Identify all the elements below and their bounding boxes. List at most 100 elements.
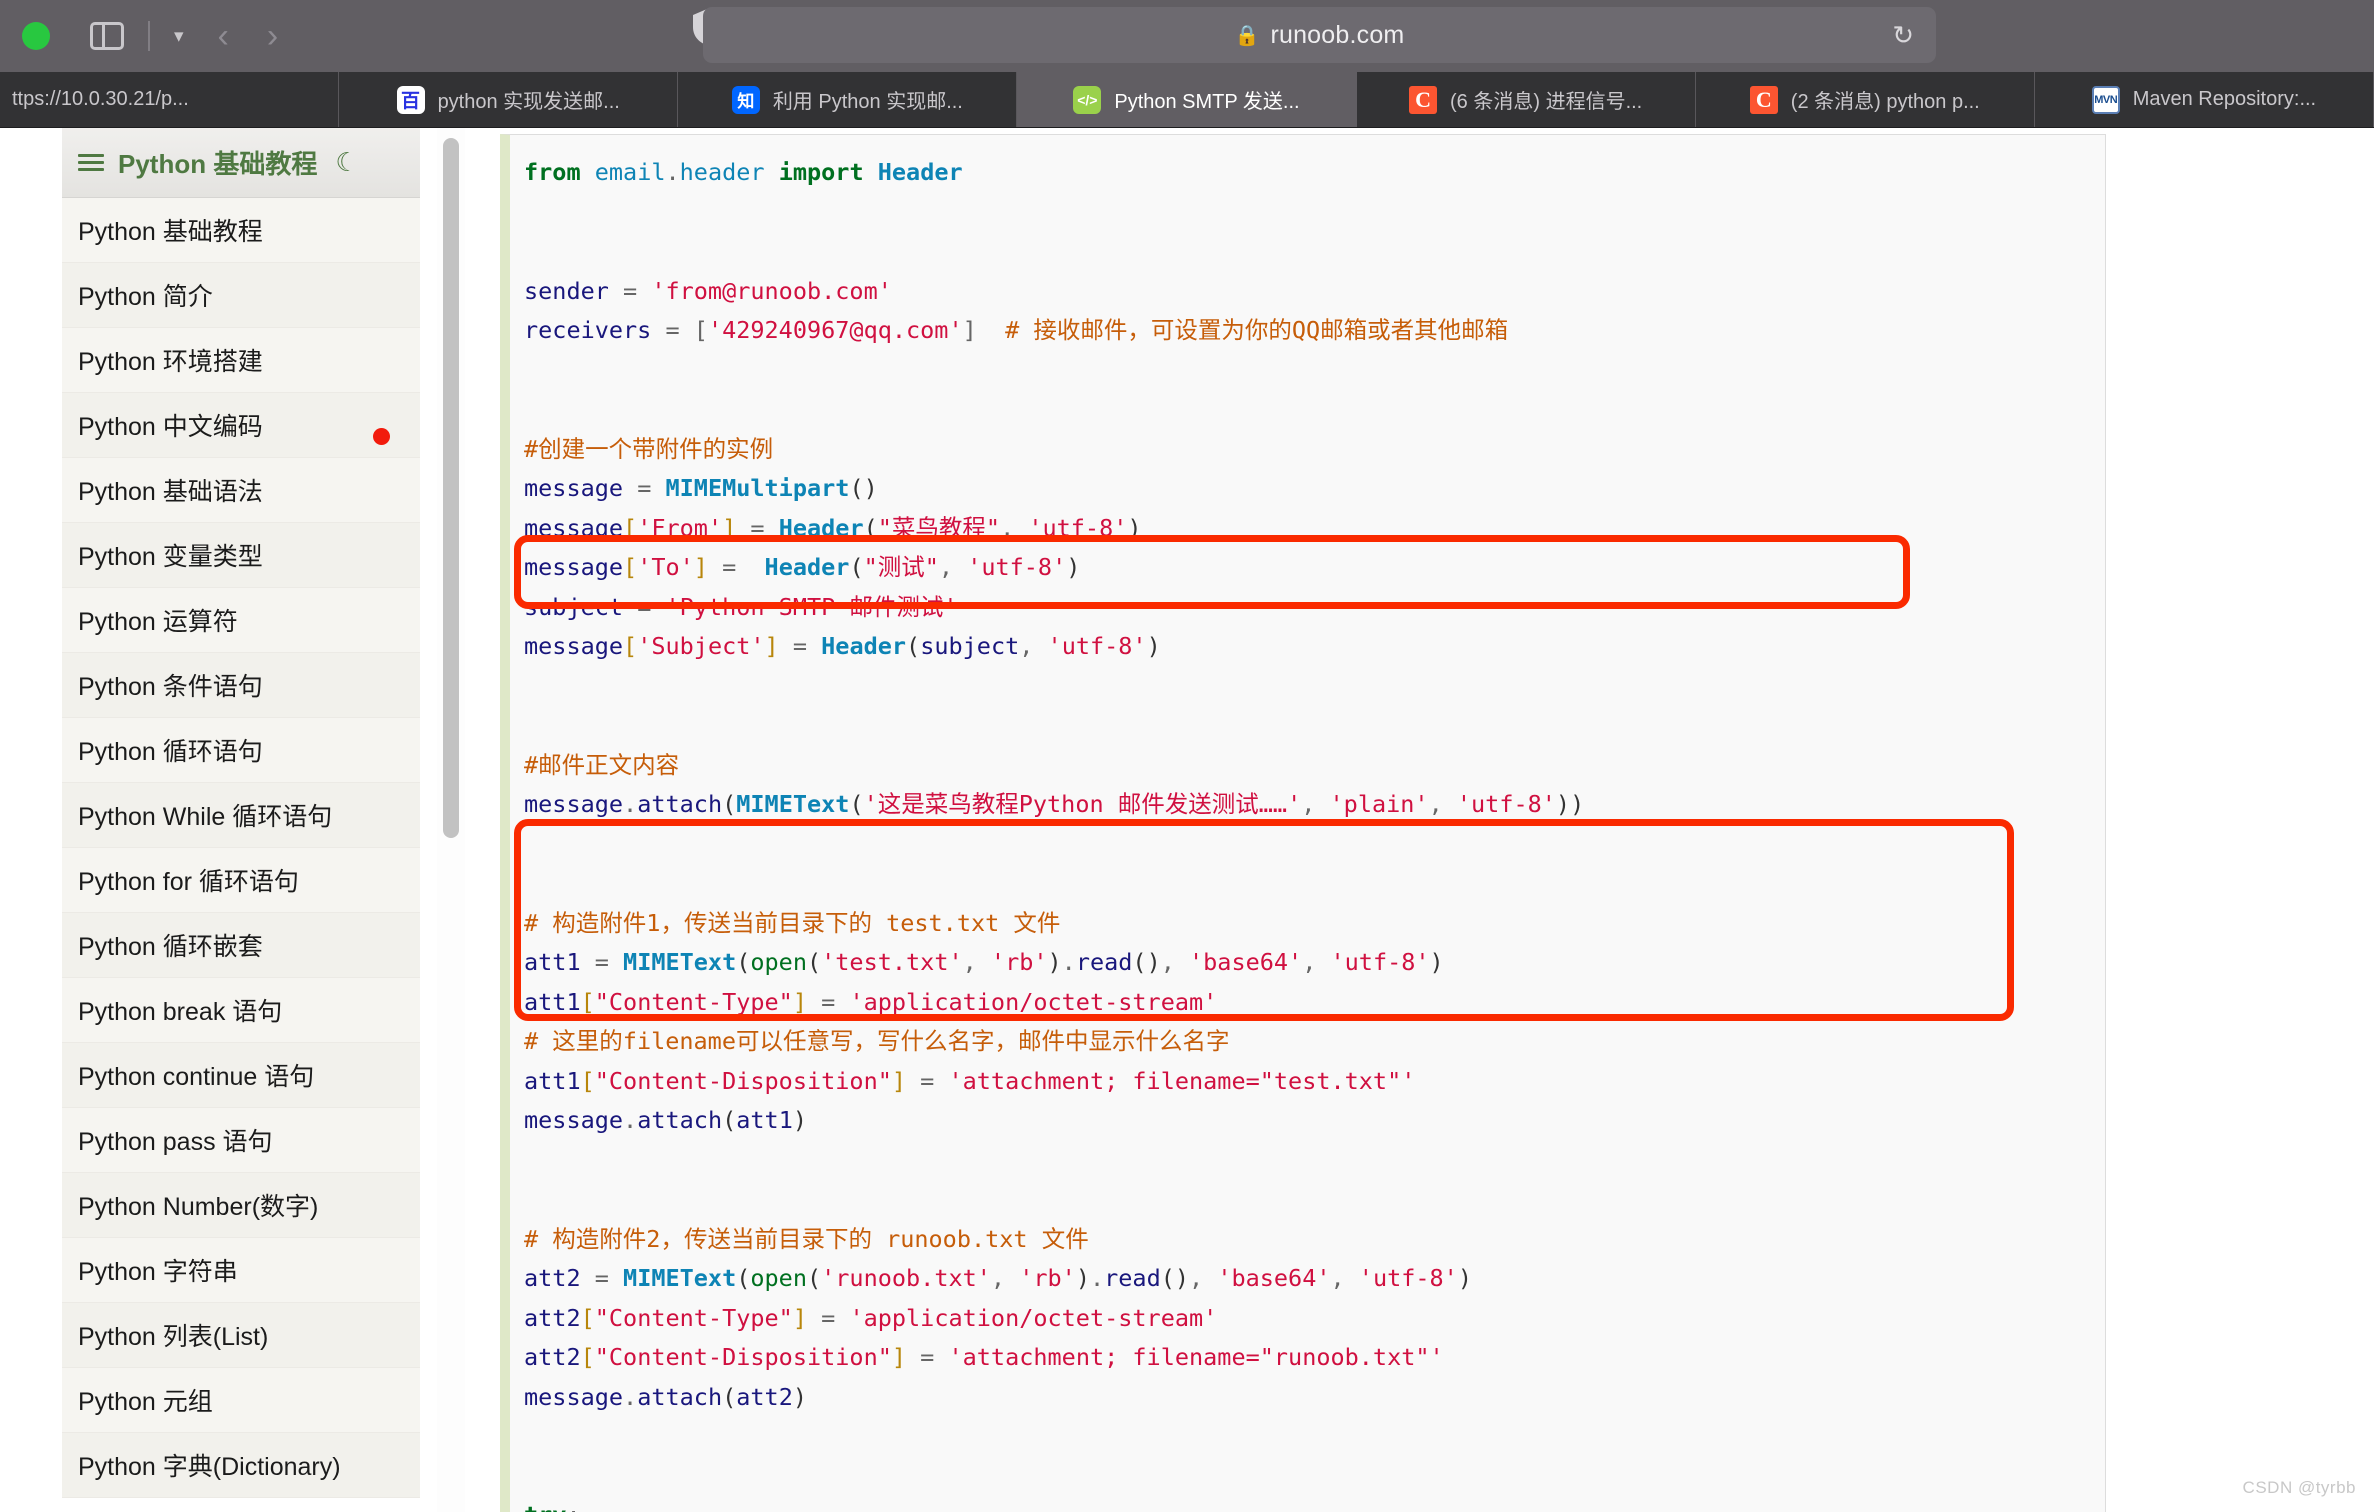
code-token: att2 [736,1382,793,1411]
code-token: [ [623,513,638,542]
code-token: ] [891,1343,907,1371]
sidebar-item-2[interactable]: Python 环境搭建 [62,328,420,393]
code-token: 'utf-8' [967,553,1067,581]
code-token: : [566,1501,580,1512]
reload-icon[interactable]: ↻ [1892,20,1914,51]
sidebar-item-19[interactable]: Python 字典(Dictionary) [62,1433,420,1498]
browser-toolbar: ▾ ‹ › 🔒 runoob.com ↻ [0,0,2374,72]
url-text: runoob.com [1270,20,1405,49]
sidebar-item-13[interactable]: Python continue 语句 [62,1043,420,1108]
sidebar-item-label: Python break 语句 [78,998,283,1026]
code-token: 'base64' [1189,948,1303,976]
sidebar-item-14[interactable]: Python pass 语句 [62,1108,420,1173]
code-token: [ [580,987,595,1016]
browser-tab-4[interactable]: C (6 条消息) 进程信号... [1357,72,1696,127]
code-token: # 这里的filename可以任意写，写什么名字，邮件中显示什么名字 [524,1027,1230,1055]
code-token: open [750,948,807,976]
code-token: ( [722,1382,737,1411]
code-token: att2 [524,1264,581,1292]
code-token: attach [637,1382,723,1411]
browser-tab-3[interactable]: </> Python SMTP 发送... [1017,72,1357,127]
browser-tab-6[interactable]: MVN Maven Repository:... [2035,72,2374,127]
sidebar-item-11[interactable]: Python 循环嵌套 [62,913,420,978]
code-token: 'application/octet-stream' [849,1303,1218,1332]
forward-chevron-icon[interactable]: › [267,19,278,53]
sidebar-item-18[interactable]: Python 元组 [62,1368,420,1433]
hamburger-icon[interactable] [78,150,104,175]
sidebar-item-12[interactable]: Python break 语句 [62,978,420,1043]
tab-label: Maven Repository:... [2132,88,2317,110]
code-token: "Content-Type" [594,1303,793,1332]
window-controls[interactable] [22,22,50,50]
sidebar-toggle-icon[interactable] [90,22,124,50]
back-chevron-icon[interactable]: ‹ [218,19,229,53]
browser-tab-2[interactable]: 知利用 Python 实现邮... [678,72,1018,127]
code-token: MIMEText [623,948,737,976]
code-token: #邮件正文内容 [524,750,680,779]
chevron-down-icon[interactable]: ▾ [174,27,184,46]
code-line-comment-att2: # 构造附件2，传送当前目录下的 runoob.txt 文件 [524,1225,1089,1253]
code-token: # 构造附件2，传送当前目录下的 runoob.txt 文件 [524,1224,1089,1253]
code-token: 'attachment; filename="runoob.txt"' [948,1343,1444,1371]
code-token: . [623,790,638,818]
sidebar-item-label: Python 运算符 [78,608,238,636]
sidebar-title: Python 基础教程 [118,149,318,179]
sidebar-item-1[interactable]: Python 简介 [62,263,420,328]
maven-icon: MVN [2091,85,2120,114]
code-token: email [594,158,666,186]
navigation-buttons[interactable]: ‹ › [218,19,279,53]
code-token: ( [849,790,864,818]
toolbar-divider [148,21,150,51]
code-token: attach [637,790,723,818]
sidebar-item-4[interactable]: Python 基础语法 [62,458,420,523]
code-token: ( [806,948,822,976]
annotation-dot [373,428,390,445]
sidebar-item-0[interactable]: Python 基础教程 [62,198,420,263]
code-token: 'test.txt' [821,948,963,976]
address-bar[interactable]: 🔒 runoob.com ↻ [703,7,1936,63]
browser-tab-5[interactable]: C (2 条消息) python p... [1696,72,2035,127]
sidebar-item-15[interactable]: Python Number(数字) [62,1173,420,1238]
site-sidebar: Python 基础教程 ☾ Python 基础教程 Python 简介 Python… [0,128,430,1512]
code-token: from [524,158,581,186]
sidebar-item-9[interactable]: Python While 循环语句 [62,783,420,848]
sidebar-item-6[interactable]: Python 运算符 [62,588,420,653]
sidebar-item-8[interactable]: Python 循环语句 [62,718,420,783]
browser-tab-0[interactable]: ttps://10.0.30.21/p... [0,72,340,127]
sidebar-item-5[interactable]: Python 变量类型 [62,523,420,588]
sidebar-item-7[interactable]: Python 条件语句 [62,653,420,718]
code-token: ] [722,513,737,542]
code-token: , [1160,948,1190,976]
window-close-maximize-dot[interactable] [22,22,50,50]
code-token: ( [906,632,921,660]
code-token: 'plain' [1329,790,1429,818]
code-token: Header [877,158,963,186]
code-token: = [608,276,652,305]
code-token: [ [623,553,638,581]
lock-icon: 🔒 [1234,24,1260,47]
code-token: # 构造附件1，传送当前目录下的 test.txt 文件 [524,908,1061,937]
tab-label: Python SMTP 发送... [1114,91,1300,113]
sidebar-item-17[interactable]: Python 列表(List) [62,1303,420,1368]
browser-tab-1[interactable]: 百 python 实现发送邮... [339,72,679,127]
code-token: [ [580,1066,595,1095]
code-token: = [778,632,822,660]
code-token: = [806,987,850,1016]
sidebar-toggle-group[interactable]: ▾ [90,21,184,51]
code-token: MIMEText [623,1264,737,1292]
browser-window: ▾ ‹ › 🔒 runoob.com ↻ ttps://10.0.30.21/p… [0,0,2374,1512]
sidebar-item-10[interactable]: Python for 循环语句 [62,848,420,913]
sidebar-item-16[interactable]: Python 字符串 [62,1238,420,1303]
code-token: 'Subject' [637,632,765,660]
code-token: message [524,513,624,542]
sidebar-item-3[interactable]: Python 中文编码 [62,393,420,458]
code-token: ] [962,316,977,344]
code-token: open [750,1264,807,1292]
code-token: attach [637,1106,723,1134]
sidebar-item-label: Python 条件语句 [78,673,263,701]
moon-icon[interactable]: ☾ [335,147,358,178]
tab-label: python 实现发送邮... [437,91,620,113]
code-token: , [1019,632,1048,660]
